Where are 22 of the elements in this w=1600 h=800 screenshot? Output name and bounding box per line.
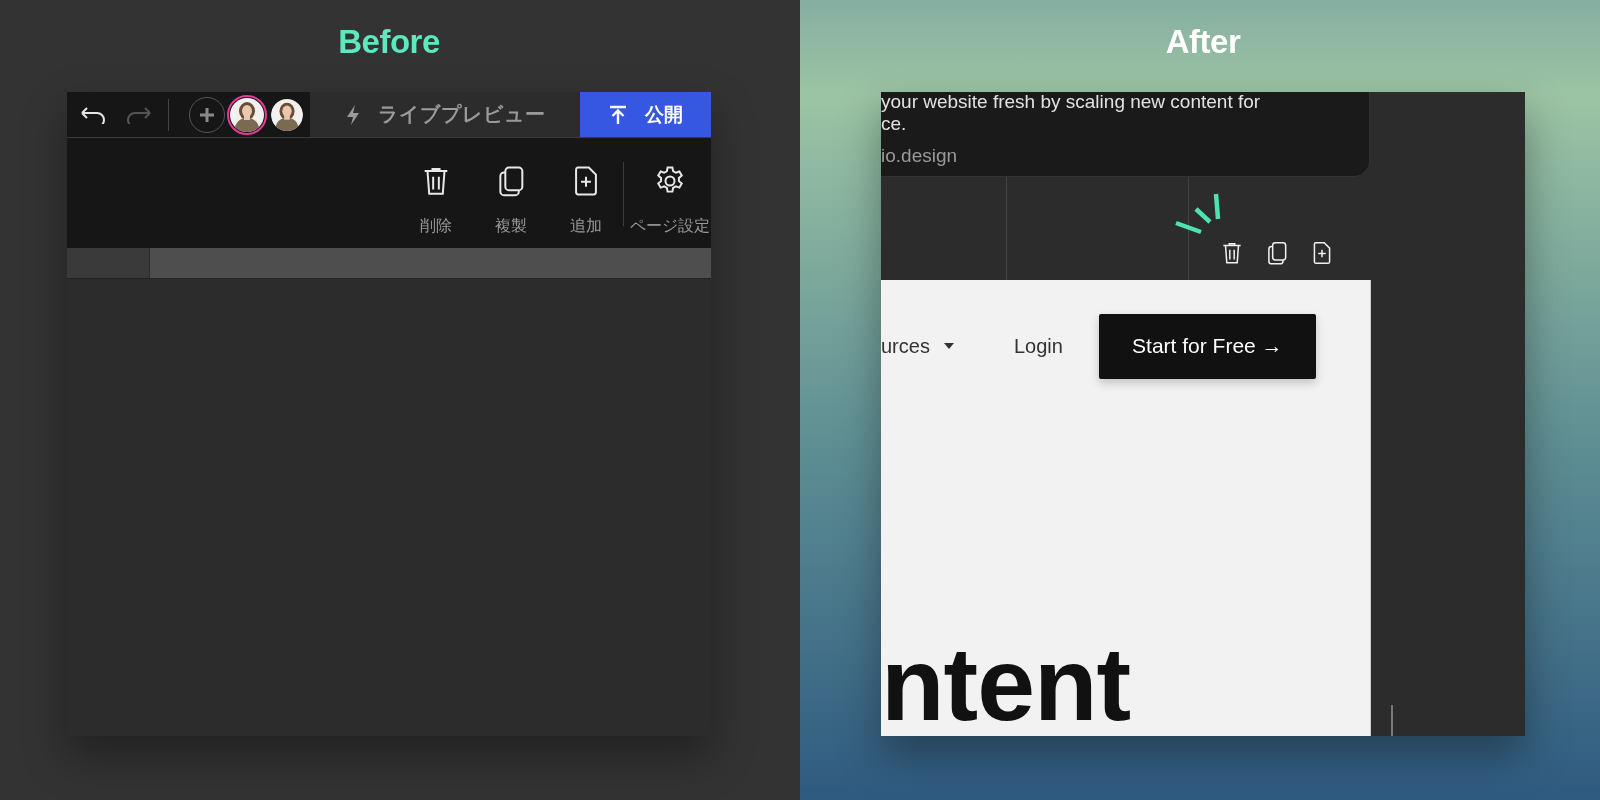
scrollbar (1391, 705, 1393, 736)
upload-icon (608, 104, 627, 125)
avatar[interactable] (227, 94, 267, 135)
card-text: your website fresh by scaling new content for (881, 92, 1262, 112)
toolbar-button[interactable]: 複製 (473, 138, 548, 248)
start-free-button[interactable]: Start for Free → (1098, 313, 1316, 379)
publish-button[interactable]: 公開 (580, 92, 711, 137)
redo-icon (125, 105, 153, 124)
card-text: ce. (881, 112, 908, 136)
nav-link[interactable]: Login (1013, 334, 1063, 358)
toolbar-button[interactable]: ページ設定 (632, 138, 707, 248)
plus-icon (198, 105, 216, 124)
panel-title: After (1164, 22, 1242, 62)
undo-icon (79, 105, 107, 124)
toolbar-button[interactable]: 削除 (398, 138, 473, 248)
panel-title: Before (337, 22, 441, 62)
lightning-icon (344, 103, 362, 126)
headline: ntent (881, 632, 1132, 736)
toolbar-button[interactable]: 追加 (548, 138, 623, 248)
card-url: io.design (881, 144, 959, 168)
nav-link[interactable]: urces (881, 334, 954, 358)
dropdown-caret-icon (943, 343, 954, 349)
